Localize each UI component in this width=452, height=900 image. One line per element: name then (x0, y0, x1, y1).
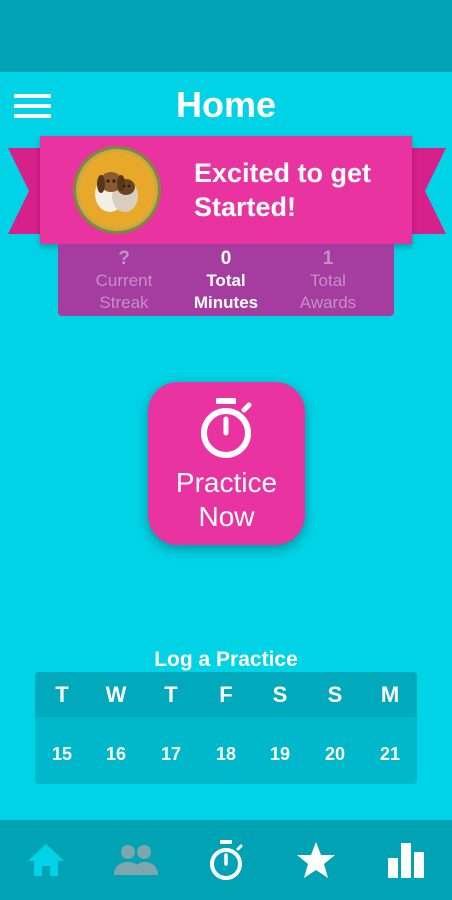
calendar-day-label: M (380, 682, 400, 707)
bottom-nav (0, 820, 452, 900)
calendar-day-label: S (327, 682, 343, 707)
page-title: Home (175, 84, 277, 125)
banner-message: Excited to get Started! (194, 158, 372, 222)
calendar-day-label: S (272, 682, 288, 707)
calendar-date[interactable]: 19 (253, 744, 307, 765)
nav-home[interactable] (20, 834, 72, 886)
stat-label: Minutes (193, 293, 259, 312)
people-icon (114, 845, 158, 875)
stat-value: 1 (322, 248, 334, 269)
welcome-banner: Excited to get Started! (40, 136, 412, 244)
calendar-date[interactable]: 17 (144, 744, 198, 765)
stat-label: Streak (99, 293, 149, 312)
stat-value: 0 (220, 248, 232, 269)
star-icon (297, 842, 335, 878)
nav-community[interactable] (110, 834, 162, 886)
nav-stats[interactable] (380, 834, 432, 886)
calendar-date[interactable]: 16 (89, 744, 143, 765)
stat-label: Total (310, 271, 346, 290)
calendar-date[interactable]: 15 (35, 744, 89, 765)
calendar-date[interactable]: 21 (363, 744, 417, 765)
bar-chart-icon (388, 843, 424, 878)
home-icon (28, 844, 64, 876)
status-bar (0, 0, 452, 72)
stat-total-minutes: 0 Total Minutes (170, 248, 282, 314)
calendar-day-label: T (164, 682, 178, 707)
calendar-day-label: T (55, 682, 69, 707)
app-header: Home (0, 72, 452, 138)
stat-label: Total (206, 271, 246, 290)
calendar-day-label: F (219, 682, 233, 707)
calendar-date[interactable]: 20 (308, 744, 362, 765)
calendar-date[interactable]: 18 (199, 744, 253, 765)
stat-value: ? (118, 248, 130, 269)
dog-badge-icon (73, 146, 161, 234)
log-practice-title: Log a Practice (154, 648, 298, 671)
stat-label: Awards (299, 293, 357, 312)
practice-now-button[interactable]: Practice Now (148, 382, 305, 545)
calendar-day-label: W (105, 682, 127, 707)
nav-awards[interactable] (290, 834, 342, 886)
practice-label-line2: Now (198, 501, 255, 532)
stat-current-streak: ? Current Streak (68, 248, 180, 314)
stat-total-awards: 1 Total Awards (272, 248, 384, 314)
week-calendar: T W T F S S M 15 16 17 18 19 20 21 (35, 672, 417, 784)
practice-label-line1: Practice (175, 467, 278, 498)
practice-now-label: Practice Now (148, 466, 305, 534)
stats-panel: ? Current Streak 0 Total Minutes 1 Total… (58, 244, 394, 316)
stopwatch-icon (210, 840, 243, 880)
nav-practice-timer[interactable] (200, 834, 252, 886)
stat-label: Current (95, 271, 153, 290)
stopwatch-icon (196, 396, 256, 460)
